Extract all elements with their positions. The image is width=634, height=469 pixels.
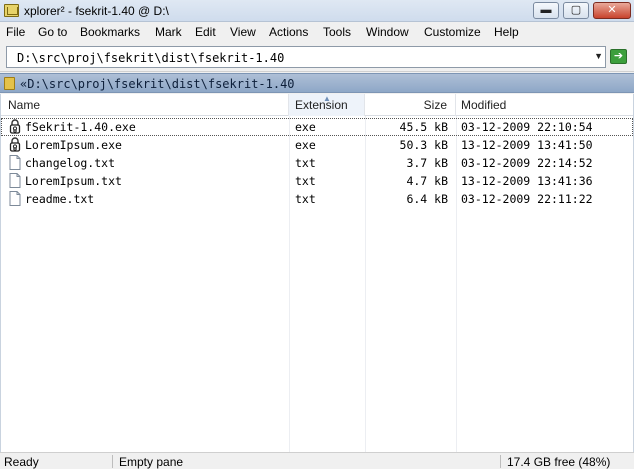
column-modified-header[interactable]: Modified [456, 94, 633, 116]
file-extension: txt [295, 192, 316, 206]
current-path[interactable]: «D:\src\proj\fsekrit\dist\fsekrit-1.40 [20, 77, 295, 91]
lock-exe-icon [9, 119, 21, 134]
menu-file[interactable]: File [6, 25, 25, 39]
file-name: LoremIpsum.txt [25, 174, 122, 188]
file-size: 50.3 kB [399, 138, 448, 152]
file-modified: 03-12-2009 22:10:54 [461, 120, 593, 134]
go-arrow-button[interactable]: ➔ [610, 49, 627, 64]
maximize-button[interactable]: ▢ [563, 2, 589, 19]
column-size-header[interactable]: Size [365, 94, 456, 116]
file-pane[interactable]: Name ▲ Extension Size Modified fSekrit-1… [0, 94, 634, 452]
file-modified: 13-12-2009 13:41:50 [461, 138, 593, 152]
menu-actions[interactable]: Actions [269, 25, 308, 39]
file-modified: 03-12-2009 22:14:52 [461, 156, 593, 170]
address-combobox[interactable]: D:\src\proj\fsekrit\dist\fsekrit-1.40 ▼ [6, 46, 606, 68]
file-row[interactable]: changelog.txt txt 3.7 kB 03-12-2009 22:1… [1, 154, 633, 172]
address-input[interactable]: D:\src\proj\fsekrit\dist\fsekrit-1.40 [17, 51, 284, 65]
menu-customize[interactable]: Customize [424, 25, 481, 39]
file-size: 4.7 kB [406, 174, 448, 188]
window-title: xplorer² - fsekrit-1.40 @ D:\ [24, 4, 169, 18]
folder-icon [4, 77, 15, 90]
text-file-icon [9, 173, 21, 188]
status-free-space: 17.4 GB free (48%) [507, 455, 611, 469]
menu-edit[interactable]: Edit [195, 25, 216, 39]
file-extension: txt [295, 156, 316, 170]
file-row[interactable]: fSekrit-1.40.exe exe 45.5 kB 03-12-2009 … [1, 118, 633, 136]
menu-bookmarks[interactable]: Bookmarks [80, 25, 140, 39]
column-extension-label: Extension [295, 98, 348, 112]
file-extension: exe [295, 120, 316, 134]
minimize-button[interactable]: ▬ [533, 2, 559, 19]
address-bar: D:\src\proj\fsekrit\dist\fsekrit-1.40 ▼ … [0, 43, 634, 72]
status-divider [112, 455, 113, 468]
menu-help[interactable]: Help [494, 25, 519, 39]
file-name: readme.txt [25, 192, 95, 206]
menu-goto[interactable]: Go to [38, 25, 67, 39]
file-name: changelog.txt [25, 156, 116, 170]
menu-mark[interactable]: Mark [155, 25, 182, 39]
menu-view[interactable]: View [230, 25, 256, 39]
file-row[interactable]: LoremIpsum.txt txt 4.7 kB 13-12-2009 13:… [1, 172, 633, 190]
path-header-bar[interactable]: «D:\src\proj\fsekrit\dist\fsekrit-1.40 [0, 73, 634, 93]
sort-ascending-icon: ▲ [323, 94, 331, 103]
status-divider [500, 455, 501, 468]
file-modified: 03-12-2009 22:11:22 [461, 192, 593, 206]
menu-bar: File Go to Bookmarks Mark Edit View Acti… [0, 22, 634, 42]
status-ready: Ready [4, 455, 39, 469]
file-row[interactable]: LoremIpsum.exe exe 50.3 kB 13-12-2009 13… [1, 136, 633, 154]
text-file-icon [9, 191, 21, 206]
status-pane: Empty pane [119, 455, 184, 469]
file-size: 3.7 kB [406, 156, 448, 170]
column-headers: Name ▲ Extension Size Modified [1, 94, 633, 116]
file-size: 6.4 kB [406, 192, 448, 206]
xplorer-app-icon[interactable] [4, 4, 19, 17]
file-extension: exe [295, 138, 316, 152]
chevron-down-icon[interactable]: ▼ [594, 51, 603, 61]
file-row[interactable]: readme.txt txt 6.4 kB 03-12-2009 22:11:2… [1, 190, 633, 208]
menu-window[interactable]: Window [366, 25, 409, 39]
column-extension-header[interactable]: ▲ Extension [289, 94, 365, 116]
file-modified: 13-12-2009 13:41:36 [461, 174, 593, 188]
column-name-header[interactable]: Name [1, 94, 289, 116]
text-file-icon [9, 155, 21, 170]
file-name: fSekrit-1.40.exe [25, 120, 136, 134]
title-bar: xplorer² - fsekrit-1.40 @ D:\ ▬ ▢ ✕ [0, 0, 634, 22]
status-bar: Ready Empty pane 17.4 GB free (48%) [0, 452, 634, 469]
menu-tools[interactable]: Tools [323, 25, 351, 39]
lock-exe-icon [9, 137, 21, 152]
close-button[interactable]: ✕ [593, 2, 631, 19]
file-size: 45.5 kB [399, 120, 448, 134]
file-extension: txt [295, 174, 316, 188]
file-name: LoremIpsum.exe [25, 138, 122, 152]
